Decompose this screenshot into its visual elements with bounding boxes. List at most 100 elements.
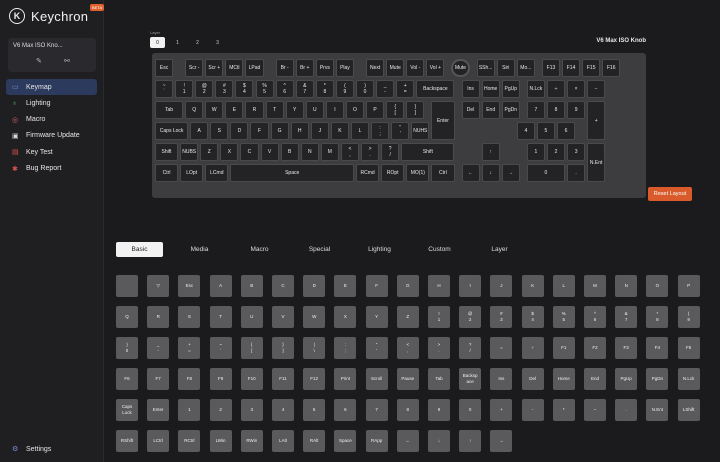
edit-icon[interactable]: ✎ — [36, 57, 42, 65]
keycode-button[interactable]: } ] — [272, 336, 294, 359]
keycode-button[interactable]: I — [459, 275, 482, 297]
keycode-button[interactable]: R — [147, 305, 170, 328]
layer-button-2[interactable]: 2 — [190, 37, 205, 48]
keycode-button[interactable]: U — [240, 305, 263, 328]
keycode-button[interactable]: | \ — [303, 336, 326, 359]
key[interactable]: T — [265, 101, 284, 119]
keycode-button[interactable]: 4 — [272, 398, 294, 421]
key[interactable]: F — [250, 122, 269, 140]
keycode-button[interactable]: X — [334, 305, 357, 328]
keycode-button[interactable]: N.Ent — [646, 398, 669, 421]
keycode-button[interactable]: F7 — [147, 367, 170, 390]
tab-basic[interactable]: Basic — [116, 242, 163, 257]
key[interactable]: C — [240, 143, 259, 161]
key[interactable]: Y — [285, 101, 304, 119]
key[interactable]: ) 0 — [356, 80, 375, 98]
numpad-enter-key[interactable]: N.Ent — [587, 143, 606, 182]
keycode-button[interactable]: B — [240, 275, 263, 297]
key[interactable]: Prvs — [315, 59, 334, 77]
keycode-button[interactable]: Pause — [396, 367, 419, 390]
key[interactable]: G — [270, 122, 289, 140]
keycode-button[interactable]: 9 — [428, 398, 450, 421]
key[interactable]: Home — [481, 80, 500, 98]
keycode-button[interactable]: 0 — [459, 398, 482, 421]
sidebar-item-firmware-update[interactable]: ▣ Firmware Update — [6, 128, 97, 144]
sidebar-item-lighting[interactable]: ♁ Lighting — [6, 95, 97, 111]
keycode-button[interactable]: Q — [116, 305, 138, 328]
keycode-button[interactable]: " ' — [365, 336, 388, 359]
keycode-button[interactable]: + — [490, 398, 513, 421]
sidebar-item-macro[interactable]: ◎ Macro — [6, 112, 97, 128]
key[interactable]: 6 — [557, 122, 576, 140]
keycode-button[interactable]: E — [334, 275, 357, 297]
layer-button-1[interactable]: 1 — [170, 37, 185, 48]
keycode-button[interactable]: − — [584, 398, 606, 421]
key[interactable]: O — [345, 101, 365, 119]
key[interactable]: F13 — [541, 59, 561, 77]
key[interactable]: SSh... — [476, 59, 495, 77]
keycode-button[interactable]: & 7 — [615, 305, 638, 328]
keycode-button[interactable]: → — [490, 429, 513, 452]
keycode-button[interactable]: { [ — [240, 336, 263, 359]
key[interactable]: ? / — [381, 143, 400, 161]
key[interactable]: 9 — [567, 101, 586, 119]
key[interactable]: Shift — [401, 143, 455, 161]
keycode-button[interactable]: Home — [552, 367, 575, 390]
keycode-button[interactable]: RApp — [365, 429, 388, 452]
keycode-button[interactable]: T — [209, 305, 232, 328]
keycode-button[interactable]: < , — [396, 336, 419, 359]
keycode-button[interactable]: . — [615, 398, 638, 421]
keycode-button[interactable]: Space — [334, 429, 357, 452]
keycode-button[interactable]: J — [490, 275, 513, 297]
keycode-button[interactable]: W — [303, 305, 326, 328]
key[interactable]: ! 1 — [175, 80, 194, 98]
keycode-button[interactable]: PgDn — [646, 367, 669, 390]
key[interactable]: % 5 — [255, 80, 274, 98]
keycode-button[interactable]: ! 1 — [428, 305, 450, 328]
key[interactable]: D — [230, 122, 249, 140]
keycode-button[interactable]: % 5 — [552, 305, 575, 328]
keycode-button[interactable]: Print — [334, 367, 357, 390]
keycode-button[interactable] — [116, 275, 138, 297]
key[interactable]: Mo... — [516, 59, 535, 77]
keycode-button[interactable]: 8 — [396, 398, 419, 421]
keycode-button[interactable]: F8 — [178, 367, 201, 390]
key[interactable]: Tab — [155, 101, 184, 119]
key[interactable]: NUHS — [411, 122, 430, 140]
keycode-button[interactable]: > . — [428, 336, 450, 359]
keycode-button[interactable]: - — [521, 398, 544, 421]
keycode-button[interactable]: LWin — [209, 429, 232, 452]
key[interactable]: L — [350, 122, 370, 140]
rotary-knob[interactable]: Mute — [451, 59, 470, 77]
key[interactable]: N — [300, 143, 319, 161]
key[interactable]: PgDn — [501, 101, 520, 119]
key[interactable]: Z — [200, 143, 219, 161]
keycode-button[interactable]: S — [178, 305, 201, 328]
key[interactable]: − — [587, 80, 606, 98]
key[interactable]: Ctrl — [155, 164, 179, 182]
keycode-button[interactable]: K — [521, 275, 544, 297]
keycode-button[interactable]: F1 — [552, 336, 575, 359]
keycode-button[interactable]: _ - — [147, 336, 170, 359]
keycode-button[interactable]: F4 — [646, 336, 669, 359]
key[interactable]: I — [325, 101, 344, 119]
keycode-button[interactable]: # 3 — [490, 305, 513, 328]
keycode-button[interactable]: = — [490, 336, 513, 359]
keycode-button[interactable]: C — [272, 275, 294, 297]
key[interactable]: MO(1) — [406, 164, 430, 182]
key[interactable]: { [ — [386, 101, 405, 119]
key[interactable]: Br - — [275, 59, 294, 77]
key[interactable]: LCmd — [205, 164, 229, 182]
key[interactable]: Backspace — [416, 80, 455, 98]
key[interactable]: Vol + — [426, 59, 445, 77]
key[interactable]: ← — [461, 164, 480, 182]
key[interactable]: ÷ — [546, 80, 566, 98]
keycode-button[interactable]: F6 — [116, 367, 138, 390]
keycode-button[interactable]: Ins — [490, 367, 513, 390]
key[interactable]: × — [567, 80, 586, 98]
keycode-button[interactable]: F9 — [209, 367, 232, 390]
keycode-button[interactable]: Y — [365, 305, 388, 328]
keycode-button[interactable]: N — [615, 275, 638, 297]
key[interactable]: → — [501, 164, 520, 182]
key[interactable]: Siri — [496, 59, 515, 77]
